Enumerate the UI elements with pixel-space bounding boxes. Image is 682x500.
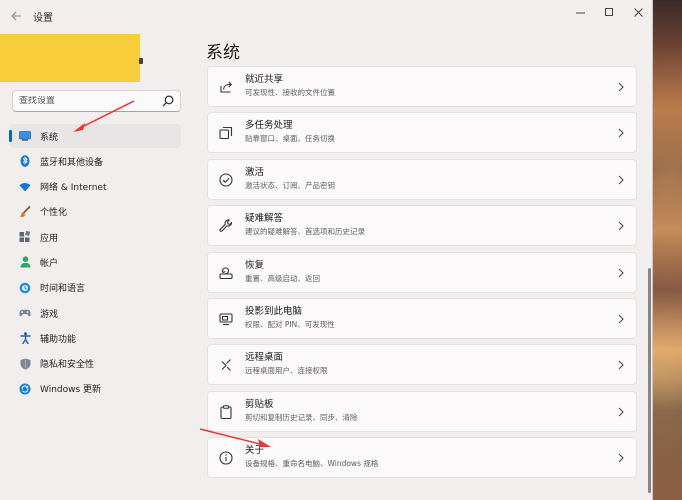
search-box[interactable] xyxy=(12,90,181,112)
card-subtitle: 剪切和复制历史记录、同步、清除 xyxy=(245,412,358,422)
card-title: 疑难解答 xyxy=(245,213,284,225)
card-title: 就近共享 xyxy=(245,74,284,85)
content-scrollbar[interactable] xyxy=(648,268,651,493)
desktop-wallpaper xyxy=(652,0,682,500)
sidebar-item-apps[interactable]: 应用 xyxy=(9,225,181,249)
sidebar-item-personalization[interactable]: 个性化 xyxy=(9,200,181,224)
settings-card-list: 就近共享可发现性、接收的文件位置 多任务处理贴靠窗口、桌面、任务切换 激活激活状… xyxy=(207,66,637,484)
sidebar-item-accounts[interactable]: 帐户 xyxy=(9,250,181,274)
accessibility-icon xyxy=(19,332,31,345)
info-icon xyxy=(219,451,233,465)
multitask-icon xyxy=(219,127,233,140)
page-title: 系统 xyxy=(206,43,240,63)
sidebar-item-bluetooth[interactable]: 蓝牙和其他设备 xyxy=(9,149,181,173)
card-subtitle: 可发现性、接收的文件位置 xyxy=(245,88,335,97)
sidebar-item-label: 游戏 xyxy=(40,309,59,320)
monitor-icon xyxy=(19,130,31,142)
card-title: 投影到此电脑 xyxy=(245,305,303,317)
card-subtitle: 权限、配对 PIN、可发现性 xyxy=(245,319,335,329)
search-input[interactable] xyxy=(19,96,162,106)
gamepad-icon xyxy=(19,307,31,319)
share-icon xyxy=(220,81,233,93)
bluetooth-icon xyxy=(19,155,31,168)
maximize-button[interactable] xyxy=(593,2,625,22)
card-title: 多任务处理 xyxy=(245,120,293,132)
remote-desktop-icon xyxy=(221,359,231,372)
chevron-right-icon xyxy=(618,314,624,324)
title-bar: 设置 xyxy=(0,0,652,32)
sidebar-item-label: 个性化 xyxy=(40,208,68,219)
chevron-right-icon xyxy=(618,221,624,231)
card-subtitle: 设备规格、重命名电脑、Windows 规格 xyxy=(245,459,379,469)
sidebar-item-network[interactable]: 网络 & Internet xyxy=(9,175,181,199)
wifi-icon xyxy=(19,181,31,193)
card-subtitle: 重置、高级启动、返回 xyxy=(245,273,320,283)
card-subtitle: 激活状态、订阅、产品密钥 xyxy=(245,180,335,190)
card-troubleshoot[interactable]: 疑难解答建议的疑难解答、首选项和历史记录 xyxy=(207,205,637,247)
clipboard-icon xyxy=(220,405,232,419)
settings-window: 设置 系统 蓝牙和其他设备 xyxy=(0,0,653,500)
check-circle-icon xyxy=(219,173,233,187)
globe-clock-icon xyxy=(19,282,31,294)
minimize-button[interactable] xyxy=(564,2,596,22)
minimize-icon xyxy=(575,12,585,13)
sidebar-nav: 系统 蓝牙和其他设备 网络 & Internet 个性化 应用 帐户 时间和语言… xyxy=(9,124,181,402)
update-icon xyxy=(19,383,31,395)
card-about[interactable]: 关于设备规格、重命名电脑、Windows 规格 xyxy=(207,437,637,479)
chevron-right-icon xyxy=(618,129,624,138)
close-button[interactable] xyxy=(622,2,652,22)
card-title: 剪贴板 xyxy=(245,398,274,410)
card-subtitle: 贴靠窗口、桌面、任务切换 xyxy=(245,134,335,144)
sidebar-item-label: 系统 xyxy=(40,132,59,143)
wrench-icon xyxy=(219,219,233,233)
card-multitasking[interactable]: 多任务处理贴靠窗口、桌面、任务切换 xyxy=(207,112,637,154)
recovery-icon xyxy=(219,266,233,279)
card-project-to-pc[interactable]: 投影到此电脑权限、配对 PIN、可发现性 xyxy=(207,297,637,339)
profile-redacted[interactable] xyxy=(0,34,140,82)
apps-icon xyxy=(19,231,31,243)
card-recovery[interactable]: 恢复重置、高级启动、返回 xyxy=(207,251,637,293)
sidebar-item-label: 应用 xyxy=(40,233,59,244)
card-title: 关于 xyxy=(245,445,265,457)
sidebar-item-label: 网络 & Internet xyxy=(40,183,107,194)
sidebar-item-accessibility[interactable]: 辅助功能 xyxy=(9,326,181,350)
chevron-right-icon xyxy=(618,175,624,185)
sidebar-item-windows-update[interactable]: Windows 更新 xyxy=(9,377,181,401)
app-title: 设置 xyxy=(33,13,53,24)
project-icon xyxy=(219,313,233,326)
brush-icon xyxy=(19,205,31,218)
sidebar-item-label: 辅助功能 xyxy=(40,334,77,345)
profile-mark xyxy=(139,58,143,64)
chevron-right-icon xyxy=(618,360,624,370)
card-title: 恢复 xyxy=(245,259,265,271)
sidebar-item-label: Windows 更新 xyxy=(40,385,102,396)
card-title: 激活 xyxy=(245,166,265,178)
card-remote-desktop[interactable]: 远程桌面远程桌面用户、连接权限 xyxy=(207,344,637,386)
card-nearby-sharing[interactable]: 就近共享可发现性、接收的文件位置 xyxy=(207,66,637,107)
chevron-right-icon xyxy=(618,82,624,92)
chevron-right-icon xyxy=(618,453,624,463)
back-button[interactable] xyxy=(6,6,26,26)
card-title: 远程桌面 xyxy=(245,352,284,364)
shield-icon xyxy=(19,358,31,370)
chevron-right-icon xyxy=(618,407,624,417)
chevron-right-icon xyxy=(618,268,624,277)
sidebar-item-label: 帐户 xyxy=(40,258,59,269)
card-subtitle: 建议的疑难解答、首选项和历史记录 xyxy=(245,227,365,237)
close-icon xyxy=(633,7,643,17)
sidebar-item-time-language[interactable]: 时间和语言 xyxy=(9,276,181,300)
sidebar-item-system[interactable]: 系统 xyxy=(9,124,181,148)
sidebar-item-label: 时间和语言 xyxy=(40,284,86,295)
person-icon xyxy=(19,256,31,268)
sidebar-item-gaming[interactable]: 游戏 xyxy=(9,301,181,325)
sidebar-item-label: 隐私和安全性 xyxy=(40,360,95,371)
back-arrow-icon xyxy=(10,11,21,21)
sidebar-item-label: 蓝牙和其他设备 xyxy=(40,157,104,168)
card-clipboard[interactable]: 剪贴板剪切和复制历史记录、同步、清除 xyxy=(207,390,637,432)
card-activation[interactable]: 激活激活状态、订阅、产品密钥 xyxy=(207,158,637,200)
card-subtitle: 远程桌面用户、连接权限 xyxy=(245,366,328,376)
maximize-icon xyxy=(605,8,613,16)
sidebar-item-privacy-security[interactable]: 隐私和安全性 xyxy=(9,352,181,376)
search-icon[interactable] xyxy=(162,95,174,107)
